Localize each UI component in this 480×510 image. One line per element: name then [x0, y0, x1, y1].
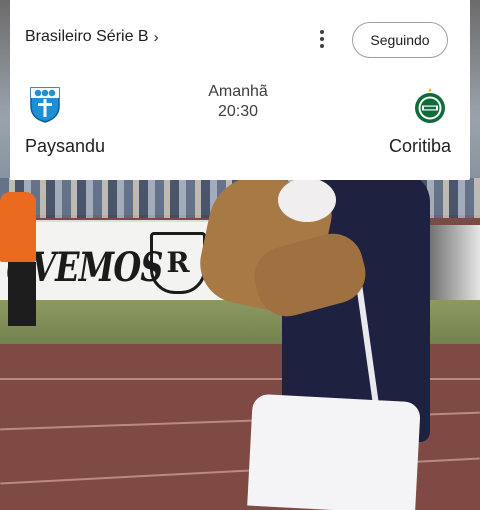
player-face-mask [278, 178, 336, 222]
league-link[interactable]: Brasileiro Série B › [25, 28, 159, 46]
coritiba-crest-icon [415, 88, 445, 123]
paysandu-crest-icon [30, 87, 60, 123]
banner-crest: R [150, 232, 206, 294]
home-team-name: Paysandu [25, 136, 106, 156]
steward-figure [0, 192, 36, 262]
match-card[interactable]: Brasileiro Série B › Seguindo Amanhã 20:… [10, 0, 470, 180]
match-time: 20:30 [217, 103, 259, 120]
player-shorts [247, 393, 421, 510]
match-datetime: Amanhã 20:30 [180, 82, 296, 122]
away-team-name: Coritiba [388, 136, 451, 156]
following-button[interactable]: Seguindo [352, 22, 448, 58]
more-vert-icon[interactable] [312, 26, 332, 52]
match-day: Amanhã [208, 83, 268, 100]
steward-legs [8, 262, 36, 326]
chevron-right-icon: › [153, 28, 159, 46]
league-label: Brasileiro Série B [25, 28, 149, 45]
